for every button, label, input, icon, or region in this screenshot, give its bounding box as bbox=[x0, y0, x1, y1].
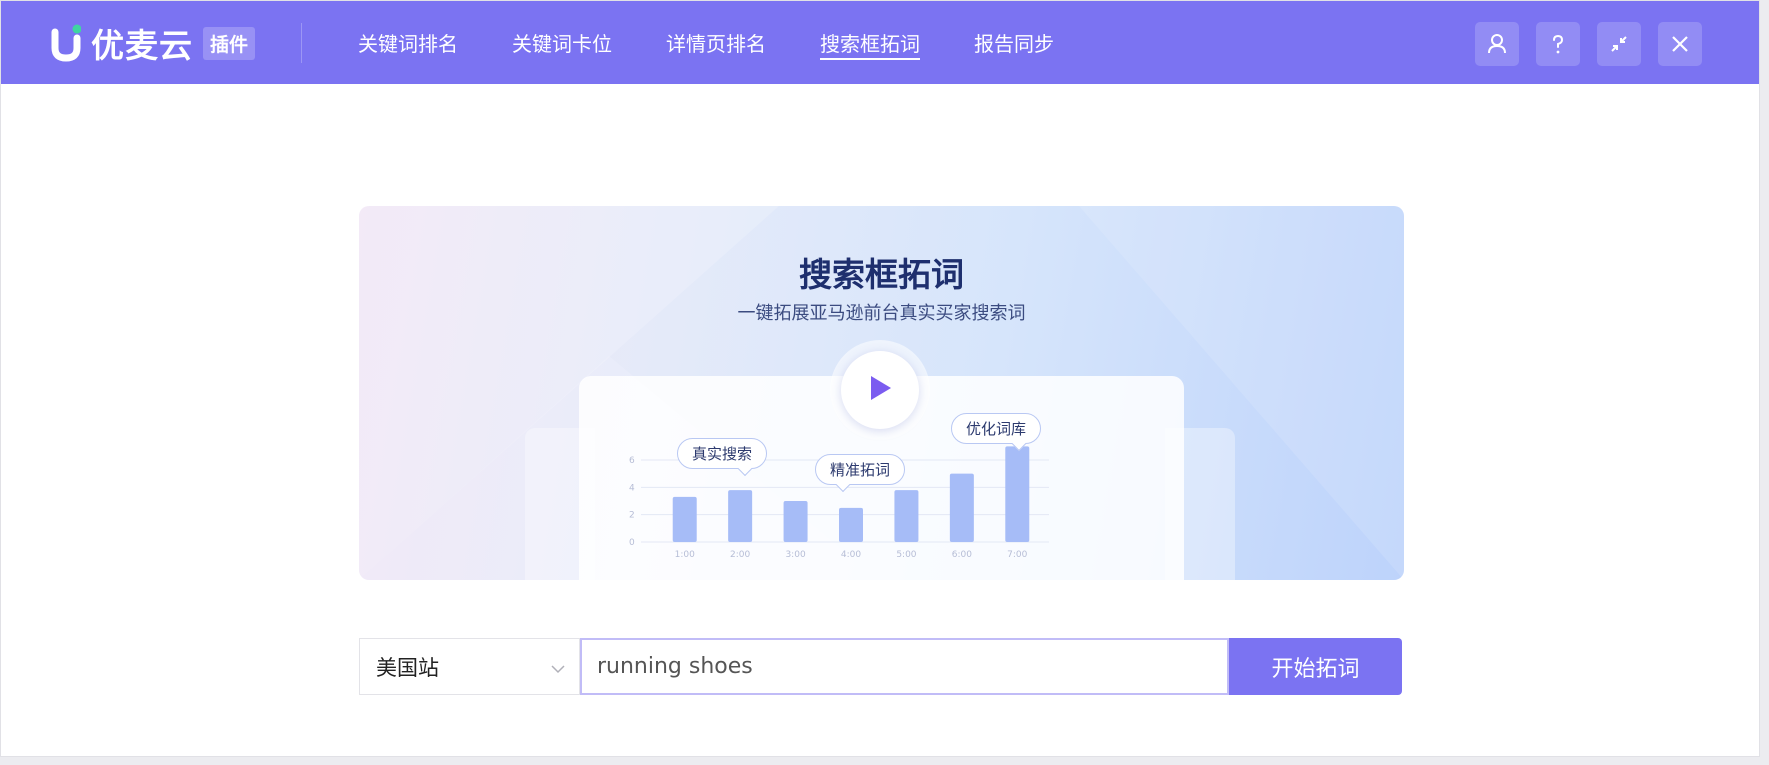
collapse-button[interactable] bbox=[1597, 22, 1641, 66]
help-icon bbox=[1546, 32, 1570, 56]
chart-y-tick-label: 0 bbox=[629, 538, 635, 548]
collapse-icon bbox=[1607, 32, 1631, 56]
chart-x-tick-label: 3:00 bbox=[785, 550, 805, 560]
chevron-down-icon bbox=[551, 655, 565, 679]
chart-x-tick-label: 7:00 bbox=[1007, 550, 1027, 560]
chart-x-tick-label: 5:00 bbox=[896, 550, 916, 560]
play-icon bbox=[867, 374, 893, 406]
chart-x-tick-label: 2:00 bbox=[730, 550, 750, 560]
chart-y-tick-label: 6 bbox=[629, 456, 635, 466]
chart-x-tick-label: 4:00 bbox=[841, 550, 861, 560]
search-row: 美国站 开始拓词 bbox=[359, 638, 1402, 695]
user-button[interactable] bbox=[1475, 22, 1519, 66]
site-select-value: 美国站 bbox=[376, 655, 439, 680]
nav-tab-detail-rank[interactable]: 详情页排名 bbox=[666, 1, 766, 84]
keyword-search-input[interactable] bbox=[580, 638, 1229, 695]
chart-bar bbox=[839, 507, 863, 542]
chart-x-tick-label: 6:00 bbox=[952, 550, 972, 560]
brand-logo-icon bbox=[51, 24, 81, 62]
start-expand-button[interactable]: 开始拓词 bbox=[1229, 638, 1402, 695]
chart-x-tick-label: 1:00 bbox=[675, 550, 695, 560]
chart-bar bbox=[728, 490, 753, 542]
nav-tab-keyword-rank[interactable]: 关键词排名 bbox=[358, 1, 458, 84]
plugin-window: 优麦云 插件 关键词排名 关键词卡位 详情页排名 搜索框拓词 报告同步 搜索框拓… bbox=[0, 0, 1760, 757]
bubble-real-search: 真实搜索 bbox=[677, 438, 768, 469]
header-actions bbox=[1475, 22, 1702, 66]
header-bar: 优麦云 插件 关键词排名 关键词卡位 详情页排名 搜索框拓词 报告同步 bbox=[1, 1, 1759, 84]
close-icon bbox=[1668, 32, 1692, 56]
user-icon bbox=[1485, 32, 1509, 56]
brand-tag: 插件 bbox=[203, 26, 256, 60]
bubble-optimize-lexicon: 优化词库 bbox=[951, 413, 1042, 444]
help-button[interactable] bbox=[1536, 22, 1580, 66]
chart-bar bbox=[1005, 446, 1030, 542]
feature-banner: 搜索框拓词 一键拓展亚马逊前台真实买家搜索词 0 2 4 6 1:00 2:00 3:00 4… bbox=[359, 206, 1404, 580]
close-button[interactable] bbox=[1658, 22, 1702, 66]
bubble-precise-expand: 精准拓词 bbox=[815, 454, 906, 485]
nav-tab-report-sync[interactable]: 报告同步 bbox=[974, 1, 1054, 84]
chart-y-tick-label: 4 bbox=[629, 483, 635, 493]
site-select[interactable]: 美国站 bbox=[359, 638, 580, 695]
chart-bar bbox=[783, 501, 808, 542]
nav-tab-keyword-slot[interactable]: 关键词卡位 bbox=[512, 1, 612, 84]
brand-name: 优麦云 bbox=[91, 26, 193, 65]
play-video-button[interactable] bbox=[841, 351, 919, 429]
chart-bar bbox=[949, 473, 974, 542]
header-divider bbox=[301, 23, 302, 63]
nav-tab-search-expand[interactable]: 搜索框拓词 bbox=[820, 1, 920, 84]
chart-bar bbox=[672, 496, 697, 542]
chart-y-tick-label: 2 bbox=[629, 511, 635, 521]
chart-bar bbox=[894, 490, 919, 542]
main-nav: 关键词排名 关键词卡位 详情页排名 搜索框拓词 报告同步 bbox=[358, 1, 1108, 84]
brand: 优麦云 插件 bbox=[51, 23, 256, 65]
